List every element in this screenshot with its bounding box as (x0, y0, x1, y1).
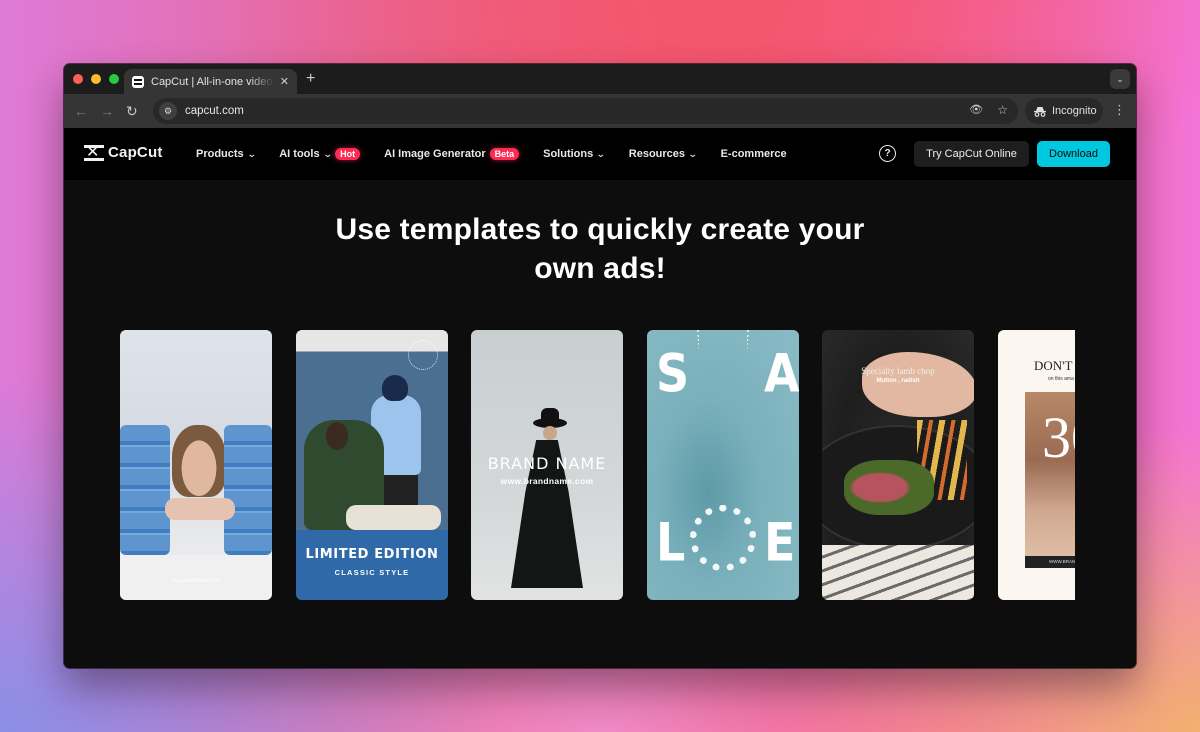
download-button[interactable]: Download (1037, 141, 1110, 167)
back-icon[interactable]: ← (74, 102, 88, 120)
denim-stack-image (224, 425, 272, 555)
minimize-window-button[interactable] (91, 74, 101, 84)
nav-solutions[interactable]: Solutions ⌄ (543, 148, 606, 160)
nav-label: Products (196, 148, 244, 160)
hero-title: Use templates to quickly create your own… (64, 210, 1136, 288)
chevron-down-icon: ⌄ (596, 148, 606, 159)
capcut-logo[interactable]: CapCut (84, 142, 163, 162)
card-headline: DON'T (1034, 358, 1073, 373)
pendant-image (690, 505, 756, 571)
card-subline: on this ama (1048, 376, 1074, 382)
nav-label: E-commerce (720, 148, 787, 160)
template-card-limited-edition[interactable]: LIMITED EDITION CLASSIC STYLE (296, 330, 448, 600)
beta-badge: Beta (489, 148, 520, 160)
template-card-sale[interactable]: S A L E (647, 330, 799, 600)
hero-title-line-2: own ads! (534, 252, 666, 285)
template-card-denim[interactable]: www.brandname.com (120, 330, 272, 600)
incognito-label: Incognito (1052, 105, 1097, 117)
eye-off-icon[interactable]: 👁 (969, 103, 983, 117)
nav-label: AI tools (279, 148, 320, 160)
chevron-down-icon: ⌄ (322, 148, 333, 159)
towel-image (822, 545, 974, 600)
card-headline: Specialty lamb chop (861, 366, 935, 376)
model-arms-image (165, 498, 235, 520)
nav-ai-tools[interactable]: AI tools ⌄ Hot (279, 148, 361, 160)
model-hat-image (382, 375, 408, 401)
browser-tab-capcut[interactable]: CapCut | All-in-one video editor ✕ (124, 69, 297, 94)
card-subline: CLASSIC STYLE (334, 568, 410, 577)
site-info-icon[interactable]: ⚙ (159, 102, 177, 120)
new-tab-button[interactable]: + (306, 69, 315, 89)
browser-toolbar: ← → ↻ ⚙ capcut.com 👁 ☆ Incognito ⋮ (64, 94, 1136, 128)
template-carousel: www.brandname.com LIMITED EDITION CLASSI… (120, 330, 1075, 602)
address-bar-actions: 👁 ☆ (969, 103, 1008, 117)
template-card-dont[interactable]: DON'T on this ama 30 WWW.BRAN (998, 330, 1075, 600)
template-card-lamb-chop[interactable]: Specialty lamb chop Mutton , radish (822, 330, 974, 600)
window-controls (73, 74, 119, 84)
address-bar[interactable]: ⚙ capcut.com 👁 ☆ (153, 98, 1018, 124)
sale-letter: S (656, 341, 690, 405)
tab-title: CapCut | All-in-one video editor (151, 75, 274, 88)
star-icon[interactable]: ☆ (997, 103, 1008, 117)
card-headline: BRAND NAME (487, 454, 607, 473)
card-subline: Mutton , radish (876, 378, 920, 384)
help-icon[interactable]: ? (879, 145, 896, 162)
try-capcut-online-button[interactable]: Try CapCut Online (914, 141, 1029, 167)
necklace-chain-image (697, 330, 749, 505)
tab-search-button[interactable]: ⌄ (1110, 69, 1130, 89)
sale-letter: L (656, 510, 686, 574)
card-subline: www.brandname.com (500, 476, 594, 486)
browser-window: CapCut | All-in-one video editor ✕ + ⌄ ←… (64, 64, 1136, 668)
card-footer-url: www.brandname.com (171, 578, 221, 584)
hand-image (862, 352, 974, 417)
forward-icon[interactable]: → (100, 102, 114, 120)
site-header: CapCut Products ⌄ AI tools ⌄ Hot AI Imag… (64, 128, 1136, 180)
close-window-button[interactable] (73, 74, 83, 84)
nav-label: AI Image Generator (384, 148, 486, 160)
card-headline: LIMITED EDITION (305, 547, 439, 562)
card-number: 30 (1042, 405, 1075, 470)
sale-letter: A (764, 341, 799, 405)
sale-letter: E (764, 510, 796, 574)
logo-text: CapCut (108, 144, 163, 161)
chevron-down-icon: ⌄ (687, 148, 698, 159)
lamb-image (844, 460, 934, 515)
card-banner: LIMITED EDITION CLASSIC STYLE (296, 530, 448, 600)
nav-label: Solutions (543, 148, 594, 160)
hero-title-line-1: Use templates to quickly create your (335, 213, 865, 246)
maximize-window-button[interactable] (109, 74, 119, 84)
main-nav: Products ⌄ AI tools ⌄ Hot AI Image Gener… (196, 128, 811, 180)
nav-label: Resources (628, 148, 686, 160)
browser-menu-icon[interactable]: ⋮ (1113, 102, 1126, 118)
model-head-image (543, 426, 557, 440)
url-text[interactable]: capcut.com (185, 105, 244, 117)
incognito-button[interactable]: Incognito (1025, 98, 1103, 124)
model-head-image (326, 422, 348, 450)
incognito-icon (1034, 106, 1046, 117)
template-card-brand-name[interactable]: BRAND NAME www.brandname.com (471, 330, 623, 600)
capcut-logo-icon (84, 142, 104, 162)
tab-strip: CapCut | All-in-one video editor ✕ + ⌄ (64, 64, 1136, 94)
card-footer-url: WWW.BRAN (1025, 556, 1075, 568)
model-legs-image (346, 505, 441, 530)
nav-ai-image-generator[interactable]: AI Image Generator Beta (384, 148, 520, 160)
main-content: Use templates to quickly create your own… (64, 180, 1136, 668)
model-image (172, 425, 226, 497)
nav-products[interactable]: Products ⌄ (196, 148, 257, 160)
hot-badge: Hot (335, 148, 361, 160)
reload-icon[interactable]: ↻ (126, 102, 138, 120)
capcut-favicon-icon (132, 75, 144, 88)
nav-e-commerce[interactable]: E-commerce (721, 148, 787, 160)
nav-resources[interactable]: Resources ⌄ (628, 148, 698, 160)
tab-close-icon[interactable]: ✕ (280, 75, 289, 88)
denim-stack-image (120, 425, 170, 555)
chevron-down-icon: ⌄ (246, 148, 257, 159)
fashion-ring-logo (408, 340, 438, 370)
